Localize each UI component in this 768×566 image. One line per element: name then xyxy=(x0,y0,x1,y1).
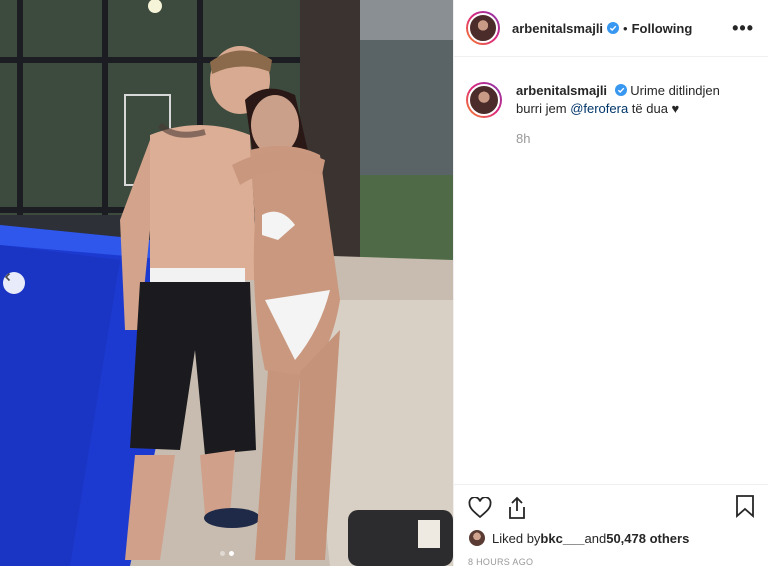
post-actions: Liked by bkc___ and 50,478 others 8 HOUR… xyxy=(454,484,768,566)
caption-text-end: të dua ♥ xyxy=(628,101,680,116)
header-username[interactable]: arbenitalsmajli xyxy=(512,21,603,36)
caption-body: arbenitalsmajli Urime ditlindjen burri j… xyxy=(516,82,731,148)
photo-illustration xyxy=(0,0,453,566)
more-options-button[interactable]: ••• xyxy=(732,19,754,37)
chevron-left-icon xyxy=(4,272,11,282)
verified-badge-icon xyxy=(614,84,627,96)
liker-avatar[interactable] xyxy=(468,529,486,547)
carousel-indicator xyxy=(0,551,453,556)
caption-mention-link[interactable]: @ferofera xyxy=(570,101,628,116)
likes-summary: Liked by bkc___ and 50,478 others xyxy=(468,529,755,547)
likes-count-link[interactable]: 50,478 others xyxy=(606,531,689,546)
share-icon[interactable] xyxy=(506,496,528,520)
action-icons xyxy=(468,493,755,523)
caption-avatar[interactable] xyxy=(466,82,502,118)
profile-avatar[interactable] xyxy=(466,11,500,45)
liker-username[interactable]: bkc___ xyxy=(540,531,584,546)
post-header: arbenitalsmajli • Following ••• xyxy=(454,0,768,57)
verified-badge-icon xyxy=(607,22,620,34)
likes-middle: and xyxy=(584,530,607,546)
heart-icon[interactable] xyxy=(468,497,492,519)
caption-comment: arbenitalsmajli Urime ditlindjen burri j… xyxy=(454,57,768,148)
caption-time: 8h xyxy=(516,131,531,146)
carousel-dot xyxy=(219,551,225,556)
post-sidebar: arbenitalsmajli • Following ••• arbenita… xyxy=(453,0,768,566)
instagram-post: arbenitalsmajli • Following ••• arbenita… xyxy=(0,0,768,566)
following-button[interactable]: Following xyxy=(632,21,693,36)
post-photo[interactable] xyxy=(0,0,453,566)
carousel-dot-active xyxy=(228,551,234,556)
carousel-prev-button[interactable] xyxy=(3,272,25,294)
bookmark-icon[interactable] xyxy=(735,494,755,518)
header-separator: • xyxy=(623,20,628,36)
caption-username[interactable]: arbenitalsmajli xyxy=(516,83,607,98)
posted-timestamp: 8 HOURS AGO xyxy=(468,557,534,566)
likes-prefix: Liked by xyxy=(492,530,541,546)
